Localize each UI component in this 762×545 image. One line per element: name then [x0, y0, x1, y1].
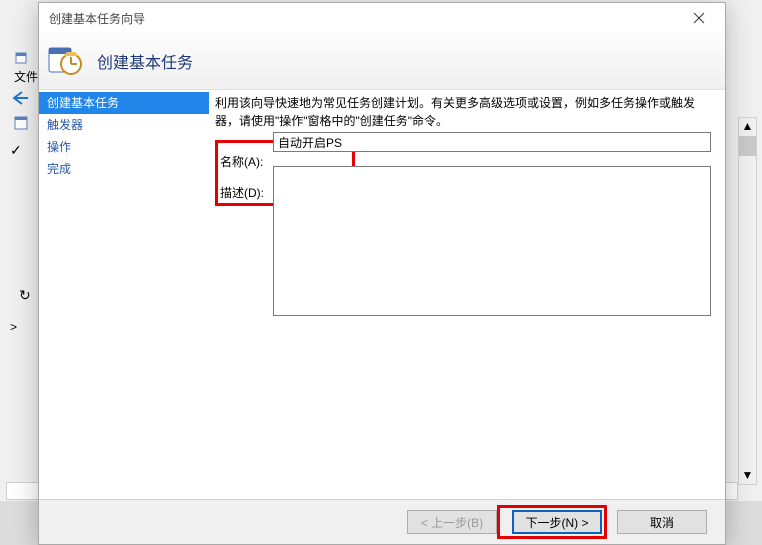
- wizard-steps: 创建基本任务 触发器 操作 完成: [39, 90, 209, 500]
- step-trigger[interactable]: 触发器: [39, 114, 209, 136]
- bg-expand-toggle[interactable]: ✓: [10, 142, 22, 159]
- back-button: < 上一步(B): [407, 510, 497, 534]
- bg-vertical-scrollbar[interactable]: ▲ ▼: [738, 117, 757, 485]
- bg-app-icon: [15, 52, 27, 64]
- titlebar[interactable]: 创建基本任务向导: [39, 3, 725, 33]
- bg-expand-arrow[interactable]: >: [10, 320, 17, 334]
- wizard-footer: < 上一步(B) 下一步(N) > 取消: [39, 499, 725, 544]
- intro-line-2: 器，请使用"操作"窗格中的"创建任务"命令。: [215, 114, 448, 128]
- intro-line-1: 利用该向导快速地为常见任务创建计划。有关更多高级选项或设置，例如多任务操作或触发: [215, 96, 695, 110]
- wizard-banner: 创建基本任务: [39, 33, 725, 90]
- intro-text: 利用该向导快速地为常见任务创建计划。有关更多高级选项或设置，例如多任务操作或触发…: [215, 94, 711, 130]
- bg-scheduler-icon: [14, 116, 28, 130]
- bg-file-menu[interactable]: 文件: [14, 68, 38, 85]
- window-title: 创建基本任务向导: [49, 10, 677, 27]
- scroll-thumb[interactable]: [739, 136, 756, 156]
- bg-back-button[interactable]: [10, 90, 30, 106]
- step-action[interactable]: 操作: [39, 136, 209, 158]
- bg-refresh-icon[interactable]: ↻: [19, 287, 31, 304]
- scroll-down-button[interactable]: ▼: [739, 467, 756, 484]
- scroll-up-button[interactable]: ▲: [739, 118, 756, 135]
- close-button[interactable]: [677, 4, 721, 32]
- wizard-header: 创建基本任务: [97, 49, 193, 73]
- wizard-content: 利用该向导快速地为常见任务创建计划。有关更多高级选项或设置，例如多任务操作或触发…: [209, 90, 725, 500]
- cancel-button[interactable]: 取消: [617, 510, 707, 534]
- step-finish[interactable]: 完成: [39, 158, 209, 180]
- wizard-window: 创建基本任务向导 创建基本任务 创建基本任务 触发器: [38, 2, 726, 545]
- wizard-banner-icon: [47, 42, 83, 81]
- next-button[interactable]: 下一步(N) >: [512, 510, 602, 534]
- highlight-next: 下一步(N) >: [497, 505, 607, 539]
- step-create-basic-task[interactable]: 创建基本任务: [39, 92, 209, 114]
- task-description-input[interactable]: [273, 166, 711, 316]
- task-name-input[interactable]: [273, 132, 711, 152]
